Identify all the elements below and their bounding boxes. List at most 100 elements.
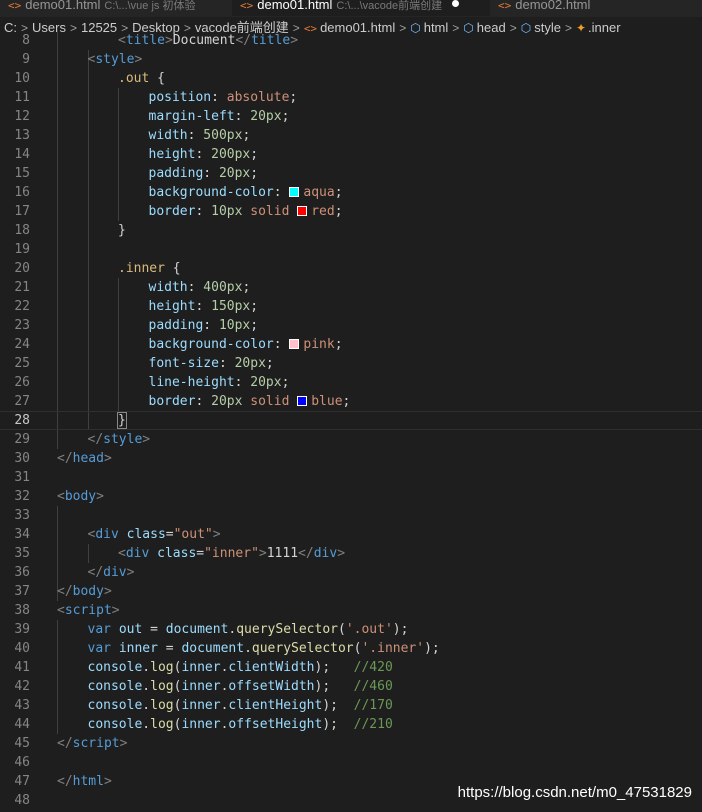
code-line[interactable]: 42 console.log(inner.offsetWidth); //460 [0,677,702,696]
code-token: : [195,147,212,162]
code-token: querySelector [251,641,354,656]
code-token: > [111,603,120,618]
code-line[interactable]: 9 <style> [0,50,702,69]
code-line[interactable]: 30 </head> [0,449,702,468]
code-text: border: 10px solid red; [149,202,343,221]
code-token: > [103,774,112,789]
code-line[interactable]: 12 margin-left: 20px; [0,107,702,126]
code-token: //460 [353,679,393,694]
code-line[interactable]: 40 var inner = document.querySelector('.i… [0,639,702,658]
code-line[interactable]: 19 [0,240,702,259]
code-line[interactable]: 35 <div class="inner">1111</div> [0,544,702,563]
color-swatch[interactable] [289,187,300,197]
line-number: 46 [14,755,30,770]
code-line[interactable]: 39 var out = document.querySelector('.out… [0,620,702,639]
code-line[interactable]: 8 <title>Document</title> [0,31,702,50]
html-file-icon: <> [498,0,512,12]
code-editor[interactable]: 8 <title>Document</title> 9 <style> 10 .out {… [0,31,702,812]
code-line[interactable]: 46 [0,753,702,772]
code-text: <div class="out"> [88,525,221,544]
html-file-icon: <> [240,0,254,12]
line-number: 13 [14,128,30,143]
code-line[interactable]: 32 <body> [0,487,702,506]
code-line[interactable]: 43 console.log(inner.clientHeight); //170 [0,696,702,715]
code-line[interactable]: 11 position: absolute; [0,88,702,107]
color-swatch[interactable] [297,396,308,406]
code-token: = [157,641,182,656]
tab-demo01-vuejs[interactable]: <> demo01.html C:\...\vue js 初体验 [0,0,232,16]
code-line[interactable]: 28} [0,411,702,430]
code-token: style [103,432,143,447]
code-line[interactable]: 14 height: 200px; [0,145,702,164]
code-token: </ [57,774,73,789]
code-token: title [125,33,165,48]
code-token: height [148,299,196,314]
line-number: 23 [14,318,30,333]
code-line[interactable]: 33 [0,506,702,525]
code-line[interactable]: 23 padding: 10px; [0,316,702,335]
code-token: 10px [211,204,243,219]
code-token: : [187,280,204,295]
code-line[interactable]: 10 .out { [0,69,702,88]
code-token: inner [181,660,221,675]
code-line[interactable]: 24 background-color: pink; [0,335,702,354]
code-line[interactable]: 20 .inner { [0,259,702,278]
code-line[interactable]: 18} [0,221,702,240]
code-line[interactable]: 13 width: 500px; [0,126,702,145]
code-line[interactable]: 22 height: 150px; [0,297,702,316]
code-token: ); [322,717,354,732]
code-line[interactable]: 36 </div> [0,563,702,582]
line-number: 29 [14,432,30,447]
code-token: offsetWidth [228,679,315,694]
code-token: ; [242,280,251,295]
line-number: 11 [14,90,30,105]
line-number: 38 [14,603,30,618]
code-line[interactable]: 21 width: 400px; [0,278,702,297]
code-line[interactable]: 37 </body> [0,582,702,601]
code-token: > [258,546,267,561]
code-token: inner [181,717,221,732]
code-token: log [150,679,174,694]
code-token: : [218,356,235,371]
code-token: . [142,717,151,732]
unsaved-dot-icon[interactable] [452,0,460,7]
line-number: 36 [14,565,30,580]
watermark: https://blog.csdn.net/m0_47531829 [457,784,692,801]
code-text: .inner { [118,259,181,278]
code-token: style [95,52,135,67]
code-line[interactable]: 38 <script> [0,601,702,620]
code-line[interactable]: 31 [0,468,702,487]
code-token: background-color [148,337,274,352]
code-line[interactable]: 29 </style> [0,430,702,449]
code-line[interactable]: 25 font-size: 20px; [0,354,702,373]
code-line[interactable]: 45 </script> [0,734,702,753]
code-text: height: 200px; [149,145,259,164]
tab-demo02[interactable]: <> demo02.html [490,0,702,16]
line-number: 35 [14,546,30,561]
line-number: 44 [14,717,30,732]
code-token: var [87,641,111,656]
code-line[interactable]: 34 <div class="out"> [0,525,702,544]
color-swatch[interactable] [297,206,308,216]
code-line[interactable]: 27 border: 20px solid blue; [0,392,702,411]
line-number: 9 [22,52,30,67]
line-number: 30 [14,451,30,466]
code-line[interactable]: 26 line-height: 20px; [0,373,702,392]
code-line[interactable]: 16 background-color: aqua; [0,183,702,202]
code-text: } [117,412,127,429]
code-token: </ [57,584,73,599]
code-token: script [72,736,120,751]
tab-demo01-vacode[interactable]: <> demo01.html C:\...\vacode前端创建 [232,0,490,16]
code-line[interactable]: 15 padding: 20px; [0,164,702,183]
code-line[interactable]: 17 border: 10px solid red; [0,202,702,221]
code-token: "inner" [204,546,259,561]
code-token: ; [250,299,259,314]
color-swatch[interactable] [289,339,300,349]
code-token: 150px [211,299,251,314]
code-token: html [72,774,104,789]
code-token: '.out' [345,622,393,637]
code-line[interactable]: 41 console.log(inner.clientWidth); //420 [0,658,702,677]
tab-label: demo02.html [515,0,591,12]
code-line[interactable]: 44 console.log(inner.offsetHeight); //210 [0,715,702,734]
